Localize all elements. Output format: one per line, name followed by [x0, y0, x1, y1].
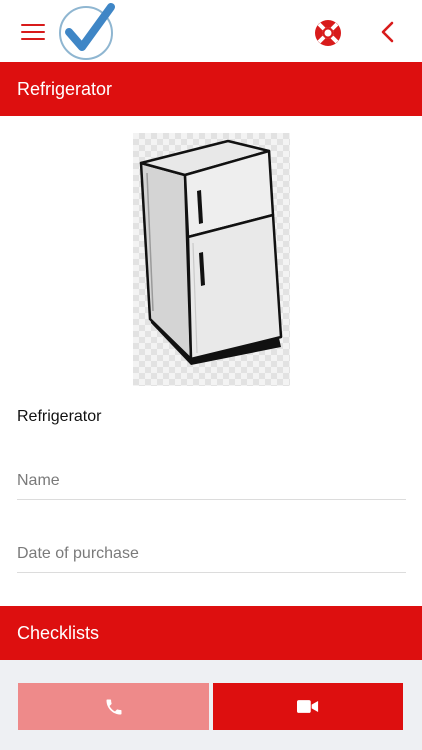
- refrigerator-illustration: [133, 133, 290, 386]
- date-of-purchase-input[interactable]: [17, 537, 406, 571]
- video-camera-icon: [297, 699, 319, 714]
- hamburger-menu-icon[interactable]: [21, 24, 45, 40]
- phone-icon: [104, 697, 124, 717]
- checklists-title: Checklists: [17, 622, 100, 643]
- section-header-refrigerator: Refrigerator: [0, 62, 422, 116]
- name-field: [17, 464, 406, 500]
- lifebuoy-icon[interactable]: [313, 18, 343, 48]
- top-bar: [0, 0, 422, 62]
- appliance-name: Refrigerator: [17, 408, 102, 425]
- checkmark-logo-icon: [57, 2, 117, 60]
- name-input[interactable]: [17, 464, 406, 498]
- video-call-button[interactable]: [213, 683, 403, 730]
- section-title: Refrigerator: [17, 78, 113, 99]
- chevron-left-icon[interactable]: [378, 20, 398, 44]
- call-button[interactable]: [18, 683, 209, 730]
- date-of-purchase-field: [17, 537, 406, 573]
- checklists-section[interactable]: Checklists: [0, 606, 422, 660]
